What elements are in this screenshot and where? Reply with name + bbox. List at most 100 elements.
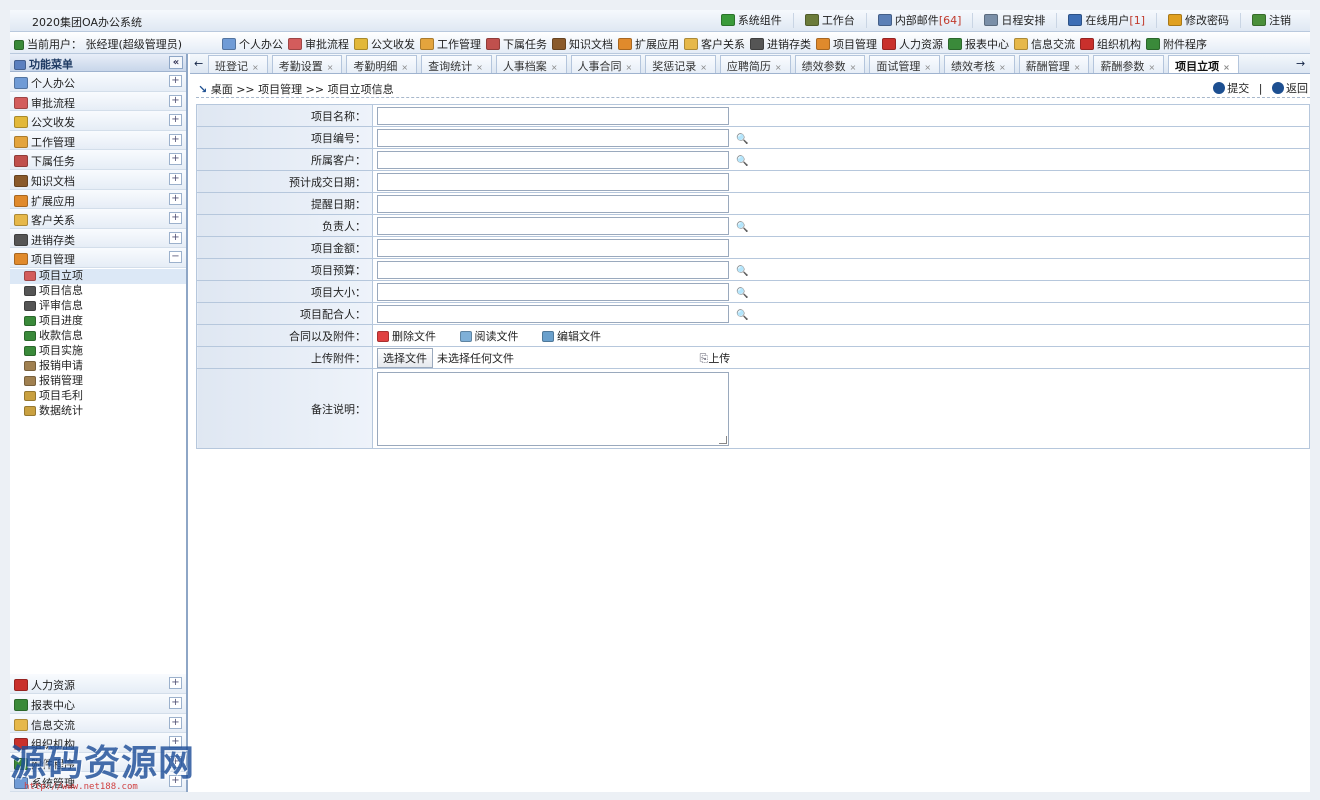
tab-2[interactable]: 考勤明细 × [346,55,418,73]
search-icon[interactable]: 🔍 [736,266,748,277]
tab-3[interactable]: 查询统计 × [421,55,492,73]
sidebar-subitem-5[interactable]: 项目实施 [24,344,186,359]
tab-scroll-right-icon[interactable]: → [1296,57,1308,70]
shortcut-12[interactable]: 信息交流 [1014,36,1075,52]
shortcut-2[interactable]: 公文收发 [354,36,415,52]
submit-button[interactable]: 提交 [1213,82,1249,95]
form-input-5[interactable] [377,216,729,235]
sidebar-subitem-3[interactable]: 项目进度 [24,314,186,329]
shortcut-3[interactable]: 工作管理 [420,36,481,52]
tab-close-icon[interactable]: × [626,63,633,72]
sidebar-group-9[interactable]: 项目管理 − [10,248,186,268]
shortcut-11[interactable]: 报表中心 [948,36,1009,52]
shortcut-9[interactable]: 项目管理 [816,36,877,52]
sidebar-group-8[interactable]: 进销存类 + [10,228,186,249]
shortcut-13[interactable]: 组织机构 [1080,36,1141,52]
tab-1[interactable]: 考勤设置 × [271,55,343,73]
sidebar-subitem-4[interactable]: 收款信息 [24,329,186,344]
form-input-4[interactable] [377,194,729,213]
tab-7[interactable]: 应聘简历 × [719,55,791,73]
tab-11[interactable]: 薪酬管理 × [1018,55,1090,73]
tab-0[interactable]: 班登记 × [208,55,268,73]
tab-5[interactable]: 人事合同 × [570,55,642,73]
sidebar-group-2[interactable]: 公文收发 + [10,111,186,131]
toplink-2[interactable]: 内部邮件[64] [865,13,973,28]
tab-close-icon[interactable]: × [401,63,408,72]
toplink-5[interactable]: 修改密码 [1156,13,1240,28]
form-input-1[interactable] [377,128,729,147]
tab-close-icon[interactable]: × [850,63,857,72]
tab-close-icon[interactable]: × [476,63,483,72]
expand-toggle-button[interactable]: + [169,192,182,205]
tab-close-icon[interactable]: × [999,63,1006,72]
sidebar-subitem-6[interactable]: 报销申请 [24,359,186,374]
tab-close-icon[interactable]: × [1223,63,1230,72]
sidebar-group-0[interactable]: 个人办公 + [10,72,186,92]
read-file-button[interactable]: 阅读文件 [459,330,519,343]
back-button[interactable]: 返回 [1272,82,1308,95]
edit-file-button[interactable]: 编辑文件 [542,330,601,343]
form-input-2[interactable] [377,150,729,169]
sidebar-group-4[interactable]: 下属任务 + [10,150,186,170]
toplink-6[interactable]: 注销 [1240,13,1302,28]
form-input-3[interactable] [377,172,729,191]
shortcut-7[interactable]: 客户关系 [684,36,745,52]
toplink-3[interactable]: 日程安排 [972,13,1056,28]
choose-file-button[interactable]: 选择文件 [377,347,433,368]
tab-close-icon[interactable]: × [252,63,259,72]
sidebar-collapse-button[interactable]: « [169,56,183,69]
tab-close-icon[interactable]: × [700,63,707,72]
shortcut-8[interactable]: 进销存类 [750,36,811,52]
expand-toggle-button[interactable]: + [169,716,182,729]
shortcut-5[interactable]: 知识文档 [552,36,613,52]
expand-toggle-button[interactable]: + [169,172,182,185]
tab-8[interactable]: 绩效参数 × [794,55,866,73]
expand-toggle-button[interactable]: + [169,677,182,690]
shortcut-6[interactable]: 扩展应用 [618,36,679,52]
toplink-1[interactable]: 工作台 [792,13,866,28]
upload-button[interactable]: ⎘上传 [700,352,731,365]
expand-toggle-button[interactable]: − [169,251,182,264]
shortcut-4[interactable]: 下属任务 [486,36,547,52]
search-icon[interactable]: 🔍 [736,310,748,321]
sidebar-subitem-9[interactable]: 数据统计 [24,404,186,419]
sidebar-group-7[interactable]: 客户关系 + [10,209,186,229]
sidebar-group-2[interactable]: 信息交流 + [10,713,186,734]
sidebar-group-0[interactable]: 人力资源 + [10,674,186,695]
tab-close-icon[interactable]: × [924,63,931,72]
form-input-8[interactable] [377,282,729,301]
search-icon[interactable]: 🔍 [736,222,748,233]
sidebar-group-6[interactable]: 扩展应用 + [10,189,186,210]
toplink-0[interactable]: 系统组件 [710,13,793,28]
expand-toggle-button[interactable]: + [169,75,182,87]
sidebar-subitem-8[interactable]: 项目毛利 [24,389,186,404]
shortcut-14[interactable]: 附件程序 [1146,36,1207,52]
sidebar-subitem-7[interactable]: 报销管理 [24,374,186,389]
tab-6[interactable]: 奖惩记录 × [645,55,716,73]
form-input-0[interactable] [377,106,729,125]
search-icon[interactable]: 🔍 [736,288,748,299]
expand-toggle-button[interactable]: + [169,94,182,107]
delete-file-button[interactable]: 删除文件 [377,330,436,343]
sidebar-subitem-0[interactable]: 项目立项 [10,268,186,284]
remark-textarea[interactable] [377,371,729,446]
form-input-9[interactable] [377,304,729,323]
expand-toggle-button[interactable]: + [169,697,182,710]
tab-10[interactable]: 绩效考核 × [944,55,1015,73]
sidebar-subitem-2[interactable]: 评审信息 [24,299,186,314]
shortcut-1[interactable]: 审批流程 [288,36,349,52]
tab-scroll-left-icon[interactable]: ← [194,57,206,70]
tab-9[interactable]: 面试管理 × [869,55,941,73]
expand-toggle-button[interactable]: + [169,212,182,225]
shortcut-10[interactable]: 人力资源 [882,36,943,52]
search-icon[interactable]: 🔍 [736,156,748,167]
sidebar-group-1[interactable]: 报表中心 + [10,694,186,714]
tab-13[interactable]: 项目立项 × [1168,55,1239,73]
expand-toggle-button[interactable]: + [169,114,182,127]
expand-toggle-button[interactable]: + [169,133,182,146]
sidebar-group-1[interactable]: 审批流程 + [10,91,186,112]
tab-close-icon[interactable]: × [327,63,334,72]
expand-toggle-button[interactable]: + [169,231,182,244]
form-input-7[interactable] [377,260,729,279]
search-icon[interactable]: 🔍 [736,134,748,145]
